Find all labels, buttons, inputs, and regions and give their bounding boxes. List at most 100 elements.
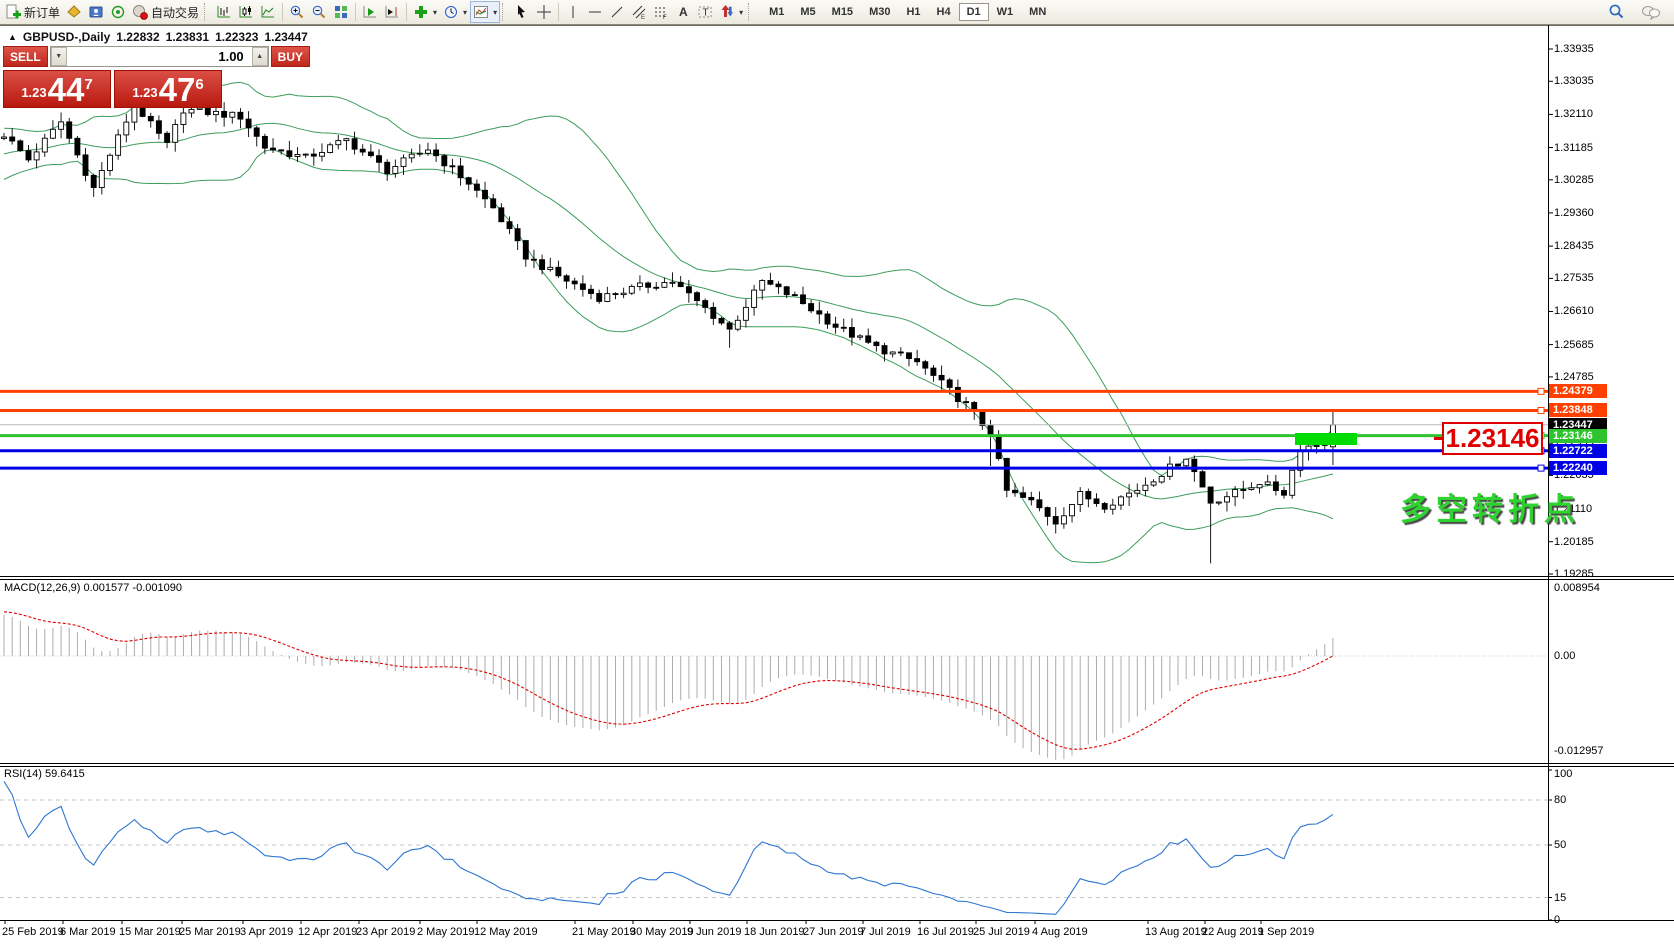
autoscroll-icon[interactable] [359,1,381,23]
zoom-in-icon[interactable] [286,1,308,23]
price-axis-tick: 1.26610 [1554,305,1594,317]
ohlc-close: 1.23447 [264,30,307,44]
zoom-out-icon[interactable] [308,1,330,23]
periods-button[interactable]: ▾ [440,1,470,23]
date-axis-label: 25 Mar 2019 [179,926,241,938]
line-chart-icon[interactable] [257,1,279,23]
timeframe-button-M15[interactable]: M15 [824,3,861,21]
svg-text:T: T [703,8,709,19]
date-axis-label: 6 Mar 2019 [60,926,116,938]
price-axis-tick: 1.20185 [1554,536,1594,548]
chart-shift-icon[interactable] [381,1,403,23]
signals-icon[interactable] [107,1,129,23]
date-axis-label: 1 Sep 2019 [1258,926,1314,938]
autotrade-label: 自动交易 [151,4,199,21]
date-axis-label: 23 Apr 2019 [356,926,415,938]
channel-icon[interactable]: E [628,1,650,23]
timeframe-group: M1M5M15M30H1H4D1W1MN [761,3,1054,21]
trendline-icon[interactable] [606,1,628,23]
candles-chart-icon[interactable] [235,1,257,23]
toolbar-drag-handle[interactable] [204,3,209,21]
ohlc-open: 1.22832 [116,30,159,44]
macd-axis-zero: 0.00 [1554,650,1575,662]
date-axis-label: 30 May 2019 [630,926,694,938]
buy-button[interactable]: BUY [271,46,310,67]
date-axis-label: 13 Aug 2019 [1145,926,1207,938]
autotrade-button[interactable]: 自动交易 [129,1,202,23]
timeframe-button-H4[interactable]: H4 [929,3,959,21]
svg-text:A: A [679,5,688,19]
collapse-icon[interactable]: ▲ [8,32,17,42]
templates-button[interactable]: ▾ [470,1,500,23]
timeframe-button-W1[interactable]: W1 [989,3,1022,21]
price-line-badge: 1.23848 [1549,403,1607,417]
date-axis-label: 16 Jul 2019 [917,926,974,938]
text-label-icon[interactable]: T [694,1,716,23]
price-axis-tick: 1.28435 [1554,240,1594,252]
date-axis-label: 22 Aug 2019 [1202,926,1264,938]
search-icon[interactable] [1604,1,1628,23]
price-line-badge: 1.22722 [1549,444,1607,458]
price-axis-tick: 1.27535 [1554,272,1594,284]
rsi-axis-tick: 50 [1554,839,1566,851]
vertical-line-icon[interactable] [562,1,584,23]
toolbar-drag-handle[interactable] [748,3,753,21]
toolbar-drag-handle[interactable] [502,3,507,21]
bars-chart-icon[interactable] [213,1,235,23]
timeframe-button-H1[interactable]: H1 [898,3,928,21]
price-axis-tick: 1.33935 [1554,43,1594,55]
sell-price-small: 1.23 [21,85,46,100]
volume-input[interactable] [67,47,252,66]
price-annotation-box[interactable]: 1.23146 [1442,422,1543,455]
timeframe-button-M30[interactable]: M30 [861,3,898,21]
buy-price-big: 47 [159,76,196,104]
navigator-icon[interactable] [85,1,107,23]
indicators-add-button[interactable]: ▾ [410,1,440,23]
date-axis-label: 25 Feb 2019 [2,926,64,938]
cursor-icon[interactable] [511,1,533,23]
svg-text:F: F [663,15,667,20]
date-axis-label: 15 Mar 2019 [119,926,181,938]
price-line-badge: 1.24379 [1549,384,1607,398]
price-line-badge: 1.23146 [1549,429,1607,443]
buy-price-small: 1.23 [132,85,157,100]
tile-windows-icon[interactable] [330,1,352,23]
rsi-axis-tick: 100 [1554,768,1572,780]
horizontal-line-icon[interactable] [584,1,606,23]
date-axis-label: 25 Jul 2019 [973,926,1030,938]
volume-increase-button[interactable]: ▲ [252,47,268,66]
new-order-button[interactable]: 新订单 [2,1,63,23]
sell-price-tile[interactable]: 1.23447 [3,70,111,108]
price-axis-tick: 1.31185 [1554,142,1593,154]
timeframe-button-MN[interactable]: MN [1021,3,1054,21]
ohlc-low: 1.22323 [215,30,258,44]
date-axis-label: 27 Jun 2019 [803,926,864,938]
macd-indicator-label: MACD(12,26,9) 0.001577 -0.001090 [4,582,182,594]
price-axis-tick: 1.32110 [1554,108,1593,120]
timeframe-button-M1[interactable]: M1 [761,3,792,21]
chart-title: ▲ GBPUSD-,Daily 1.22832 1.23831 1.22323 … [8,30,308,44]
new-order-label: 新订单 [24,4,60,21]
macd-axis-bottom: -0.012957 [1554,745,1604,757]
sell-button[interactable]: SELL [3,46,48,67]
volume-decrease-button[interactable]: ▼ [51,47,67,66]
crosshair-icon[interactable] [533,1,555,23]
chat-icon[interactable] [1638,1,1664,23]
price-axis-tick: 1.25685 [1554,339,1594,351]
timeframe-button-M5[interactable]: M5 [792,3,823,21]
quotes-icon[interactable] [63,1,85,23]
buy-price-tile[interactable]: 1.23476 [114,70,222,108]
turning-point-note[interactable]: 多空转折点 [1400,484,1580,529]
date-axis-label: 12 Apr 2019 [298,926,357,938]
timeframe-button-D1[interactable]: D1 [959,3,989,21]
sell-price-sup: 7 [84,76,92,93]
date-axis-label: 18 Jun 2019 [744,926,805,938]
fibonacci-icon[interactable]: F [650,1,672,23]
rsi-axis-tick: 0 [1554,914,1560,926]
rsi-indicator-label: RSI(14) 59.6415 [4,768,85,780]
toolbar: 新订单 自动交易 ▾ ▾ ▾ [0,0,1674,25]
svg-text:E: E [641,15,645,20]
arrows-button[interactable]: ▾ [716,1,746,23]
date-axis-label: 7 Jul 2019 [860,926,911,938]
text-icon[interactable]: A [672,1,694,23]
